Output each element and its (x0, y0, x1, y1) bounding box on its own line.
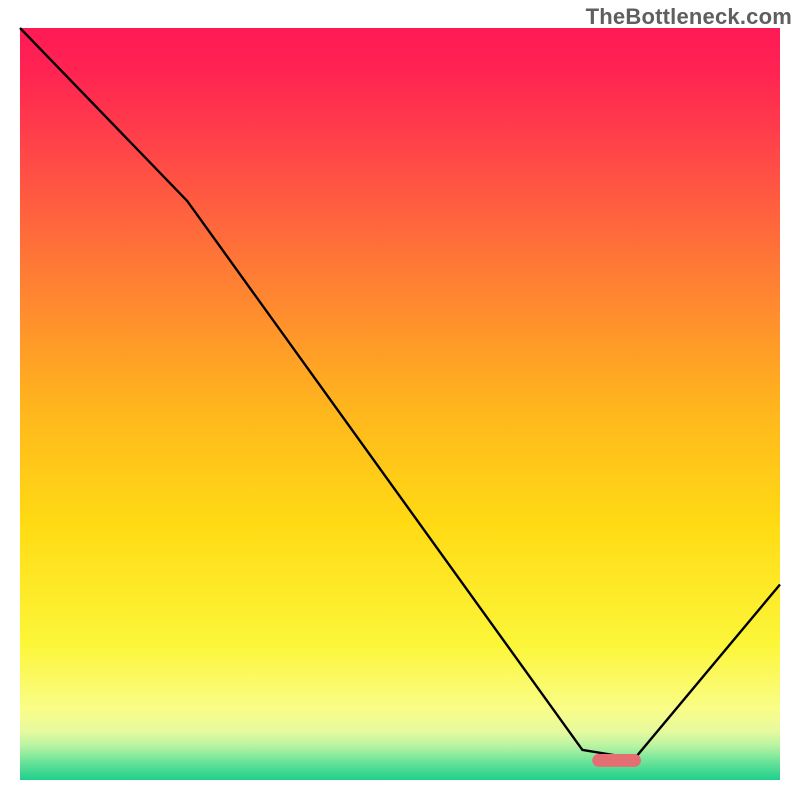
plot-svg (0, 0, 800, 800)
optimal-marker (592, 754, 641, 767)
bottleneck-chart: TheBottleneck.com (0, 0, 800, 800)
plot-background (20, 28, 780, 780)
